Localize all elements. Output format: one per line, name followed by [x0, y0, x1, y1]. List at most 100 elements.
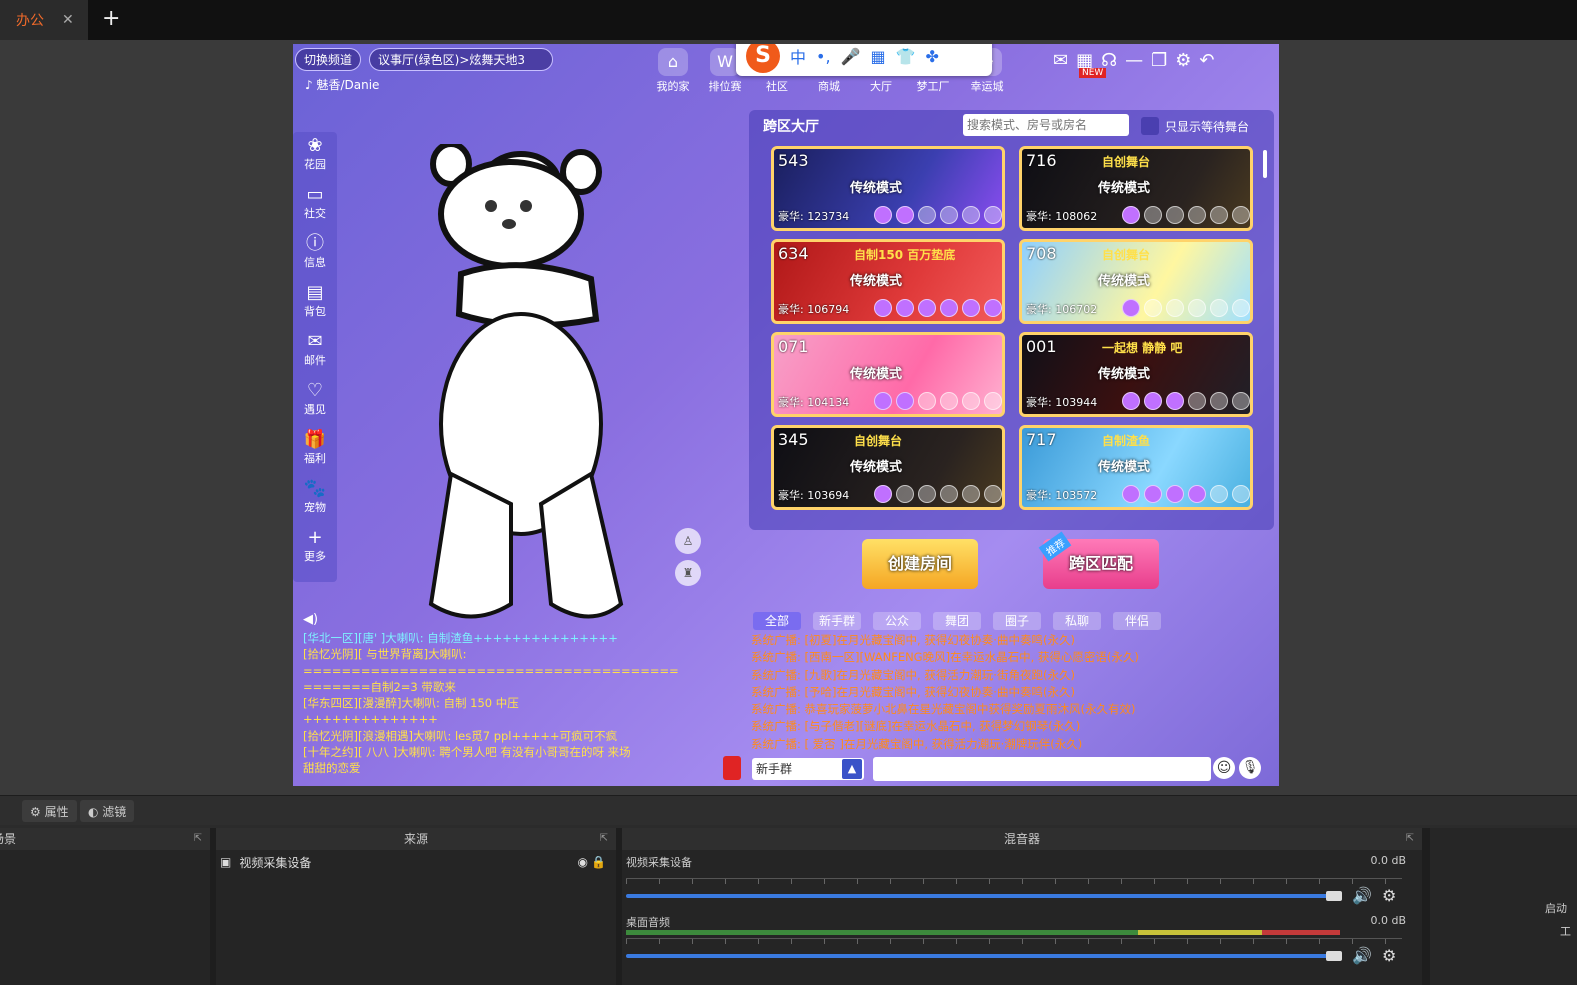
lock-icon[interactable]: 🔒	[591, 855, 606, 869]
mixer-dock: 混音器 ⇱ 视频采集设备 0.0 dB 🔊 ⚙ 桌面音频 0.0 dB 🔊 ⚙	[622, 828, 1422, 985]
sidebar-item-more[interactable]: + 更多	[293, 524, 337, 573]
ime-skin-icon[interactable]: 👕	[896, 47, 916, 66]
chat-tab[interactable]: 公众	[873, 612, 921, 630]
room-mode: 传统模式	[1098, 460, 1151, 475]
wait-only-checkbox[interactable]	[1141, 117, 1159, 135]
speaker-icon[interactable]: 🔊	[1352, 946, 1372, 965]
minimize-button[interactable]: —	[1125, 50, 1143, 71]
volume-knob[interactable]	[1326, 951, 1342, 961]
more-icon: +	[307, 527, 323, 548]
dock-pin-icon[interactable]: ⇱	[1406, 828, 1414, 850]
back-button[interactable]: ↶	[1199, 50, 1214, 71]
room-card[interactable]: 071 传统模式 豪华: 104134	[771, 332, 1005, 417]
settings-button[interactable]: ⚙	[1175, 50, 1191, 71]
lobby-scrollbar[interactable]	[1263, 150, 1267, 178]
room-number: 717	[1026, 430, 1057, 449]
mailbox-icon[interactable]: ✉	[1053, 50, 1068, 71]
filters-button[interactable]: ◐ 滤镜	[80, 800, 135, 822]
red-packet-button[interactable]	[723, 756, 741, 780]
chevron-up-icon[interactable]: ▲	[842, 759, 862, 779]
room-card[interactable]: 345 自创舞台 传统模式 豪华: 103694	[771, 425, 1005, 510]
chat-tab[interactable]: 伴侣	[1113, 612, 1161, 630]
meter-yellow	[1138, 930, 1263, 935]
nav-label: 大厅	[870, 80, 892, 93]
chat-tab[interactable]: 私聊	[1053, 612, 1101, 630]
player-slot	[940, 299, 958, 317]
mixer-header: 混音器 ⇱	[622, 828, 1422, 850]
room-luxury: 豪华: 103694	[778, 489, 850, 502]
chat-tab[interactable]: 舞团	[933, 612, 981, 630]
ime-toolbar: S 中 •, 🎤 ▦ 👕 ✤	[736, 44, 992, 76]
switch-channel-button[interactable]: 切换频道	[295, 48, 362, 71]
pose-icon[interactable]: ♙	[675, 528, 701, 554]
voice-icon[interactable]: 🎙	[1239, 757, 1261, 779]
player-slot	[896, 392, 914, 410]
chat-input[interactable]	[873, 757, 1211, 781]
dock-pin-icon[interactable]: ⇱	[194, 828, 202, 850]
world-chat-line: [十年之约][ 八八 ]大喇叭: 聘个男人吧 有没有小哥哥在的呀 来场	[303, 745, 631, 760]
room-name: 自制渣鱼	[1102, 434, 1151, 448]
gear-icon[interactable]: ⚙	[1382, 946, 1396, 965]
properties-button[interactable]: ⚙ 属性	[22, 800, 77, 822]
ime-punct-icon[interactable]: •,	[816, 47, 831, 66]
room-card[interactable]: 716 自创舞台 传统模式 豪华: 108062	[1019, 146, 1253, 231]
chat-tab[interactable]: 全部	[753, 612, 801, 630]
player-slot	[896, 485, 914, 503]
speaker-icon[interactable]: ◀)	[303, 612, 318, 627]
volume-slider[interactable]	[626, 894, 1332, 898]
gear-icon[interactable]: ⚙	[1382, 886, 1396, 905]
create-room-button[interactable]: 创建房间	[862, 539, 978, 589]
tools-label[interactable]: 工	[1560, 923, 1571, 939]
chat-tab[interactable]: 新手群	[813, 612, 861, 630]
room-name: 自创舞台	[1102, 248, 1151, 262]
start-label[interactable]: 启动	[1545, 900, 1567, 916]
ime-mic-icon[interactable]: 🎤	[841, 47, 861, 66]
sidebar-item-info[interactable]: ⓘ 信息	[293, 230, 337, 279]
source-item[interactable]: ▣ 视频采集设备 ◉ 🔒	[220, 852, 612, 872]
player-slot	[918, 485, 936, 503]
dock-pin-icon[interactable]: ⇱	[600, 828, 608, 850]
room-card[interactable]: 634 自制150 百万垫底 传统模式 豪华: 106794	[771, 239, 1005, 324]
sidebar-item-bag[interactable]: ▤ 背包	[293, 279, 337, 328]
ime-keyboard-icon[interactable]: ▦	[870, 47, 885, 66]
outfit-icon[interactable]: ♜	[675, 560, 701, 586]
volume-knob[interactable]	[1326, 891, 1342, 901]
chat-tab[interactable]: 圈子	[993, 612, 1041, 630]
volume-slider[interactable]	[626, 954, 1332, 958]
emoji-icon[interactable]: ☺	[1213, 757, 1235, 779]
restore-button[interactable]: ❐	[1151, 50, 1167, 71]
player-slot	[940, 392, 958, 410]
room-slots	[874, 206, 1002, 224]
room-card[interactable]: 543 传统模式 豪华: 123734	[771, 146, 1005, 231]
tab-office[interactable]: 办公 ✕	[0, 0, 88, 40]
ime-apps-icon[interactable]: ✤	[926, 47, 939, 66]
sidebar-item-garden[interactable]: ❀ 花园	[293, 132, 337, 181]
room-slots	[874, 299, 1002, 317]
player-name: ♪ 魅香/Danie	[305, 76, 379, 93]
tab-close-icon[interactable]: ✕	[62, 12, 74, 28]
sidebar-item-mail[interactable]: ✉ 邮件	[293, 328, 337, 377]
sidebar-item-pet[interactable]: 🐾 宠物	[293, 475, 337, 524]
world-chat: [华北一区][唐' ]大喇叭: 自制渣鱼+++++++++++++++ [拾忆光阴…	[303, 630, 693, 777]
nav-home[interactable]: ⌂ 我的家	[651, 48, 695, 94]
nav-label: 我的家	[656, 80, 690, 93]
player-slot	[1122, 206, 1140, 224]
player-name-label: 魅香/Danie	[316, 78, 380, 92]
room-search-input[interactable]	[963, 114, 1129, 136]
chat-tabs: 全部 新手群 公众 舞团 圈子 私聊 伴侣	[753, 612, 1161, 630]
properties-label: 属性	[44, 805, 69, 819]
sidebar-item-label: 信息	[304, 256, 326, 269]
sidebar-item-meet[interactable]: ♡ 遇见	[293, 377, 337, 426]
ime-mode-button[interactable]: 中	[790, 44, 806, 68]
room-card[interactable]: 708 自创舞台 传统模式 豪华: 106702	[1019, 239, 1253, 324]
new-tab-button[interactable]: +	[102, 6, 120, 31]
eye-icon[interactable]: ◉	[578, 855, 588, 869]
room-luxury: 豪华: 106702	[1026, 303, 1098, 316]
sidebar-item-social[interactable]: ▭ 社交	[293, 181, 337, 230]
room-card[interactable]: 001 一起想 静静 吧传统模式 豪华: 103944	[1019, 332, 1253, 417]
sidebar-item-gift[interactable]: 🎁 福利	[293, 426, 337, 475]
sogou-logo-icon[interactable]: S	[746, 44, 780, 73]
mixer-source-name: 桌面音频	[626, 916, 670, 929]
speaker-icon[interactable]: 🔊	[1352, 886, 1372, 905]
room-card[interactable]: 717 自制渣鱼 传统模式 豪华: 103572	[1019, 425, 1253, 510]
